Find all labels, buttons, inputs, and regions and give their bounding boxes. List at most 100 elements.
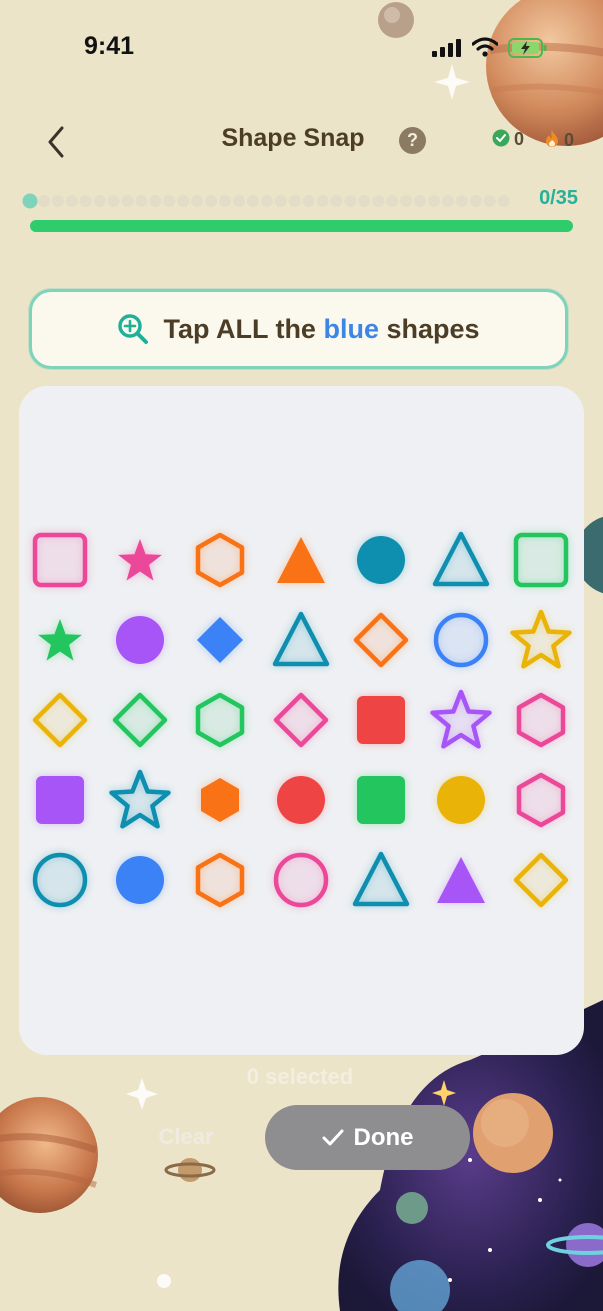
diamond-shape bbox=[273, 692, 328, 748]
hexagon-shape-icon bbox=[196, 692, 245, 748]
progress-dot bbox=[177, 195, 190, 207]
star-shape-icon bbox=[510, 609, 572, 669]
shape-tile-eab308-star[interactable] bbox=[506, 605, 576, 675]
circle-shape bbox=[116, 856, 165, 904]
circle-shape-icon bbox=[273, 852, 328, 908]
shape-tile-22c55e-square[interactable] bbox=[346, 765, 416, 835]
shape-tile-f97316-hexagon[interactable] bbox=[185, 765, 255, 835]
circle-shape bbox=[273, 852, 328, 908]
instruction-banner: Tap ALL the blue shapes bbox=[29, 289, 568, 369]
star-shape bbox=[510, 609, 572, 669]
triangle-shape bbox=[276, 537, 325, 583]
instruction-after: shapes bbox=[378, 313, 480, 344]
progress-dot bbox=[316, 195, 329, 207]
hexagon-shape bbox=[201, 778, 240, 822]
progress-dots bbox=[22, 193, 510, 209]
shape-board bbox=[19, 386, 584, 1055]
shape-tile-3b82f6-circle[interactable] bbox=[105, 845, 175, 915]
circle-shape-icon bbox=[276, 776, 325, 824]
shape-tile-22c55e-hexagon[interactable] bbox=[185, 685, 255, 755]
progress-dot bbox=[274, 195, 287, 207]
diamond-shape bbox=[513, 852, 569, 908]
progress-bar bbox=[30, 220, 573, 232]
progress-dot bbox=[358, 195, 371, 207]
square-shape-icon bbox=[513, 532, 569, 588]
shape-tile-eab308-circle[interactable] bbox=[426, 765, 496, 835]
progress-dot bbox=[497, 195, 510, 207]
shape-tile-3b82f6-diamond[interactable] bbox=[185, 605, 255, 675]
progress-dot bbox=[219, 195, 232, 207]
shape-tile-ec4899-circle[interactable] bbox=[266, 845, 336, 915]
help-button[interactable]: ? bbox=[399, 127, 426, 154]
progress-dot bbox=[400, 195, 413, 207]
shape-tile-a855f7-circle[interactable] bbox=[105, 605, 175, 675]
wifi-icon bbox=[472, 37, 498, 57]
clear-button[interactable]: Clear bbox=[150, 1124, 222, 1150]
progress-dot bbox=[232, 195, 245, 207]
hexagon-shape-icon bbox=[196, 532, 245, 588]
diamond-shape bbox=[197, 617, 244, 663]
triangle-shape bbox=[432, 531, 490, 587]
circle-shape bbox=[32, 852, 88, 908]
shape-tile-a855f7-star[interactable] bbox=[426, 685, 496, 755]
hexagon-shape-icon bbox=[196, 852, 245, 908]
shape-tile-22c55e-square[interactable] bbox=[506, 525, 576, 595]
shape-tile-0e8fb0-triangle[interactable] bbox=[346, 845, 416, 915]
progress-dot bbox=[246, 195, 259, 207]
shape-tile-ec4899-star[interactable] bbox=[105, 525, 175, 595]
hexagon-shape bbox=[196, 532, 245, 588]
progress-dot bbox=[163, 195, 176, 207]
shape-tile-f97316-diamond[interactable] bbox=[346, 605, 416, 675]
shape-tile-22c55e-star[interactable] bbox=[25, 605, 95, 675]
shape-tile-ec4899-diamond[interactable] bbox=[266, 685, 336, 755]
circle-shape-icon bbox=[32, 852, 88, 908]
square-shape bbox=[356, 696, 405, 744]
progress-dot bbox=[427, 195, 440, 207]
circle-shape-icon bbox=[356, 536, 405, 584]
progress-dot bbox=[191, 195, 204, 207]
star-shape bbox=[109, 769, 171, 829]
progress-dot bbox=[205, 195, 218, 207]
shape-tile-ec4899-square[interactable] bbox=[25, 525, 95, 595]
shape-tile-0e8fb0-star[interactable] bbox=[105, 765, 175, 835]
shape-tile-0e8fb0-circle[interactable] bbox=[346, 525, 416, 595]
shape-tile-f97316-triangle[interactable] bbox=[266, 525, 336, 595]
shape-tile-eab308-diamond[interactable] bbox=[506, 845, 576, 915]
shape-tile-0e8fb0-triangle[interactable] bbox=[266, 605, 336, 675]
circle-shape bbox=[356, 536, 405, 584]
done-label: Done bbox=[353, 1123, 414, 1151]
triangle-shape-icon bbox=[437, 857, 485, 903]
diamond-shape bbox=[353, 612, 409, 668]
shape-tile-f97316-hexagon[interactable] bbox=[185, 525, 255, 595]
progress-dot bbox=[372, 195, 385, 207]
progress-dot bbox=[22, 193, 38, 209]
back-button[interactable] bbox=[40, 122, 74, 162]
diamond-shape-icon bbox=[353, 612, 409, 668]
progress-dot bbox=[344, 195, 357, 207]
shape-tile-3b82f6-circle[interactable] bbox=[426, 605, 496, 675]
correct-count: 0 bbox=[514, 129, 525, 149]
shape-tile-ec4899-hexagon[interactable] bbox=[506, 685, 576, 755]
shape-tile-f97316-hexagon[interactable] bbox=[185, 845, 255, 915]
diamond-shape-icon bbox=[197, 617, 244, 663]
shape-tile-ef4444-circle[interactable] bbox=[266, 765, 336, 835]
shape-tile-ec4899-hexagon[interactable] bbox=[506, 765, 576, 835]
shape-tile-0e8fb0-circle[interactable] bbox=[25, 845, 95, 915]
progress-dot bbox=[93, 195, 106, 207]
shape-tile-eab308-diamond[interactable] bbox=[25, 685, 95, 755]
shape-tile-a855f7-square[interactable] bbox=[25, 765, 95, 835]
hexagon-shape-icon bbox=[201, 778, 240, 822]
shape-tile-0e8fb0-triangle[interactable] bbox=[426, 525, 496, 595]
shape-tile-ef4444-square[interactable] bbox=[346, 685, 416, 755]
done-button[interactable]: Done bbox=[265, 1105, 470, 1170]
shape-tile-22c55e-diamond[interactable] bbox=[105, 685, 175, 755]
triangle-shape-icon bbox=[432, 531, 490, 587]
triangle-shape bbox=[352, 851, 410, 907]
status-bar: 9:41 bbox=[0, 0, 603, 90]
shape-tile-a855f7-triangle[interactable] bbox=[426, 845, 496, 915]
star-shape bbox=[430, 689, 492, 749]
status-time: 9:41 bbox=[84, 32, 135, 60]
square-shape-icon bbox=[36, 776, 84, 824]
hexagon-shape bbox=[196, 692, 245, 748]
chevron-left-icon bbox=[48, 126, 64, 158]
